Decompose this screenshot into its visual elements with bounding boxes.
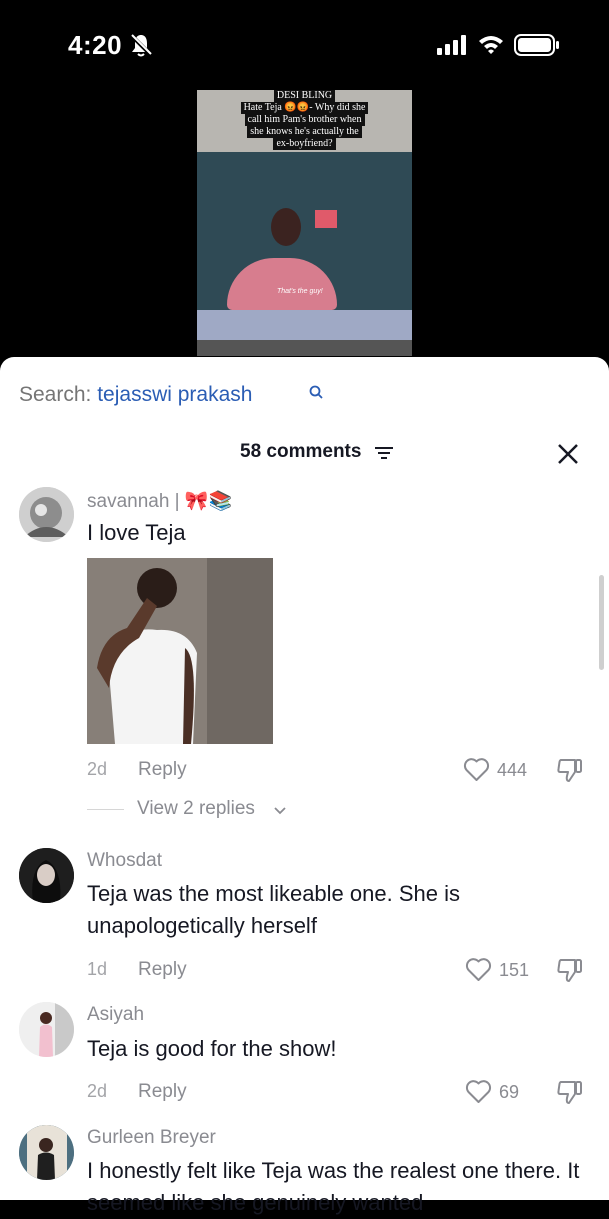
caption-line: she knows he's actually the	[247, 126, 362, 138]
comment-text: I honestly felt like Teja was the reales…	[87, 1158, 580, 1215]
like-count: 151	[499, 960, 530, 980]
sort-filter-icon[interactable]	[374, 445, 394, 466]
comment-username[interactable]: Asiyah	[87, 1004, 144, 1026]
comment-text: I love Teja	[87, 520, 186, 545]
comment-text: Teja was the most likeable one. She is u…	[87, 881, 460, 938]
heart-icon[interactable]	[465, 957, 492, 987]
comment-username[interactable]: savannah | 🎀📚	[87, 489, 232, 513]
comment-time: 2d	[87, 759, 108, 779]
video-floor	[197, 310, 412, 340]
dislike-icon[interactable]	[556, 956, 584, 989]
close-icon[interactable]	[556, 442, 580, 471]
view-replies-divider	[87, 809, 124, 810]
comments-count: 58 comments	[240, 441, 362, 462]
search-label: Search:	[19, 383, 98, 406]
comment-time: 1d	[87, 959, 108, 979]
caption-line: call him Pam's brother when	[244, 114, 365, 126]
chevron-down-icon[interactable]	[273, 803, 287, 821]
view-replies-button[interactable]: View 2 replies	[137, 798, 255, 820]
like-count: 444	[497, 760, 528, 780]
avatar[interactable]	[19, 487, 74, 542]
heart-icon[interactable]	[465, 1079, 492, 1109]
caption-line: ex-boyfriend?	[273, 138, 336, 150]
status-time: 4:20	[68, 30, 123, 60]
cellular-signal-icon	[437, 35, 467, 60]
video-subtitle: That's the guy!	[277, 288, 323, 295]
avatar[interactable]	[19, 1002, 74, 1057]
avatar[interactable]	[19, 1125, 74, 1180]
comments-sheet: Search: tejasswi prakash 58 comments sav…	[0, 357, 609, 1215]
video-laptop-keyboard	[197, 340, 412, 356]
video-lamp	[315, 210, 337, 228]
reply-button[interactable]: Reply	[138, 759, 187, 781]
dislike-icon[interactable]	[556, 1078, 584, 1111]
reply-button[interactable]: Reply	[138, 1081, 187, 1103]
avatar[interactable]	[19, 848, 74, 903]
comment-attached-image[interactable]	[87, 558, 273, 744]
comment-username[interactable]: Whosdat	[87, 850, 162, 872]
heart-icon[interactable]	[463, 757, 490, 787]
comment-time: 2d	[87, 1081, 108, 1101]
bell-muted-icon	[129, 33, 153, 62]
comment-text: Teja is good for the show!	[87, 1036, 337, 1061]
search-suggestion[interactable]: Search: tejasswi prakash	[19, 383, 323, 407]
scrollbar[interactable]	[599, 575, 604, 670]
comment-username[interactable]: Gurleen Breyer	[87, 1127, 216, 1149]
caption-line: DESI BLING	[273, 90, 336, 102]
video-thumbnail[interactable]: DESI BLING Hate Teja 😡😡- Why did she cal…	[197, 90, 412, 356]
search-icon[interactable]	[309, 381, 323, 405]
search-query[interactable]: tejasswi prakash	[97, 383, 252, 406]
video-caption: DESI BLING Hate Teja 😡😡- Why did she cal…	[197, 90, 412, 150]
status-bar: 4:20	[0, 0, 609, 90]
wifi-icon	[478, 34, 504, 59]
video-person	[271, 208, 301, 246]
like-count: 69	[499, 1082, 520, 1102]
caption-line: Hate Teja 😡😡- Why did she	[240, 102, 369, 114]
battery-icon	[514, 34, 560, 61]
dislike-icon[interactable]	[556, 756, 584, 789]
reply-button[interactable]: Reply	[138, 959, 187, 981]
